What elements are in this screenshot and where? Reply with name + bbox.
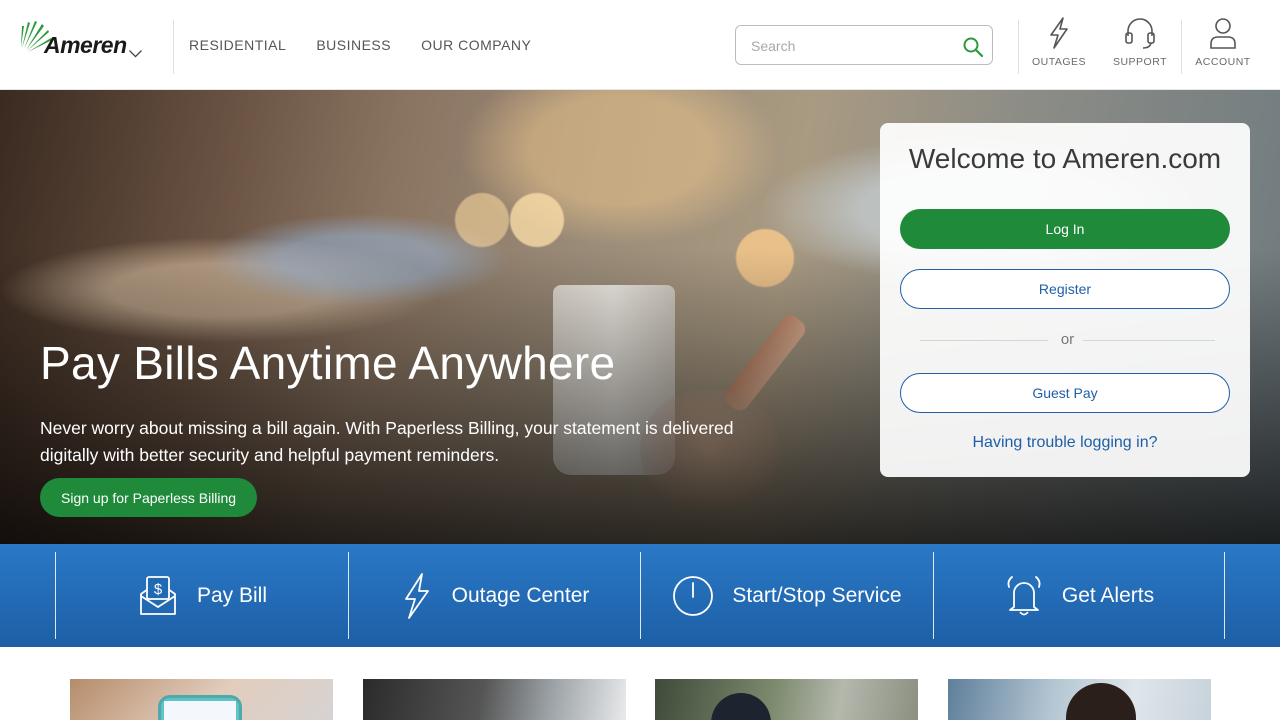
main-nav: RESIDENTIAL BUSINESS OUR COMPANY [189, 37, 531, 53]
guest-pay-button[interactable]: Guest Pay [900, 373, 1230, 413]
search-icon[interactable] [962, 36, 984, 58]
quick-links-bar: $ Pay Bill Outage Center Start/Stop Serv… [0, 544, 1280, 647]
separator-line [1083, 340, 1215, 341]
lightning-bolt-icon [404, 572, 429, 619]
quick-link-pay-bill[interactable]: $ Pay Bill [56, 552, 348, 639]
teaser-card-image[interactable] [363, 679, 626, 720]
quick-link-divider [1224, 552, 1225, 639]
nav-business[interactable]: BUSINESS [316, 37, 391, 53]
power-icon [673, 575, 714, 616]
svg-text:$: $ [154, 581, 163, 598]
quick-link-label: Start/Stop Service [732, 583, 902, 607]
account-link[interactable]: ACCOUNT [1183, 16, 1263, 76]
quick-link-label: Pay Bill [196, 583, 268, 607]
user-icon [1210, 18, 1236, 49]
search-box [735, 25, 993, 65]
hero-title: Pay Bills Anytime Anywhere [40, 337, 616, 389]
login-card: Welcome to Ameren.com Log In Register or… [880, 123, 1250, 477]
header-divider [1181, 20, 1182, 74]
teaser-card-image[interactable] [948, 679, 1211, 720]
nav-residential[interactable]: RESIDENTIAL [189, 37, 286, 53]
quick-link-label: Get Alerts [1061, 583, 1155, 607]
headset-icon [1125, 18, 1155, 49]
quick-link-outage-center[interactable]: Outage Center [349, 552, 640, 639]
quick-link-label: Outage Center [451, 583, 590, 607]
lightning-bolt-icon [1050, 17, 1068, 49]
nav-our-company[interactable]: OUR COMPANY [421, 37, 531, 53]
outages-link[interactable]: OUTAGES [1019, 16, 1099, 76]
bell-icon [1007, 575, 1041, 615]
paperless-billing-button[interactable]: Sign up for Paperless Billing [40, 478, 258, 517]
person-image [711, 693, 771, 720]
ameren-logo[interactable]: Ameren [18, 18, 148, 68]
header-divider [173, 20, 174, 74]
teaser-card-image[interactable] [655, 679, 918, 720]
or-separator: or [920, 330, 1215, 350]
teaser-card-image[interactable] [70, 679, 333, 720]
register-button[interactable]: Register [900, 269, 1230, 309]
login-card-title: Welcome to Ameren.com [908, 143, 1222, 174]
support-label: SUPPORT [1112, 56, 1168, 68]
site-header: Ameren RESIDENTIAL BUSINESS OUR COMPANY … [0, 0, 1280, 90]
chevron-down-icon[interactable] [127, 48, 144, 60]
search-input[interactable] [751, 35, 951, 57]
support-link[interactable]: SUPPORT [1100, 16, 1180, 76]
quick-link-start-stop-service[interactable]: Start/Stop Service [641, 552, 933, 639]
login-button[interactable]: Log In [900, 209, 1230, 249]
ameren-wordmark: Ameren [44, 32, 127, 58]
hero-description: Never worry about missing a bill again. … [40, 418, 734, 465]
account-label: ACCOUNT [1195, 56, 1251, 68]
login-trouble-link[interactable]: Having trouble logging in? [880, 434, 1250, 452]
person-image [1066, 683, 1136, 720]
pay-bill-icon: $ [140, 575, 176, 615]
quick-link-get-alerts[interactable]: Get Alerts [934, 552, 1224, 639]
phone-screen [164, 701, 236, 720]
outages-label: OUTAGES [1031, 56, 1087, 68]
